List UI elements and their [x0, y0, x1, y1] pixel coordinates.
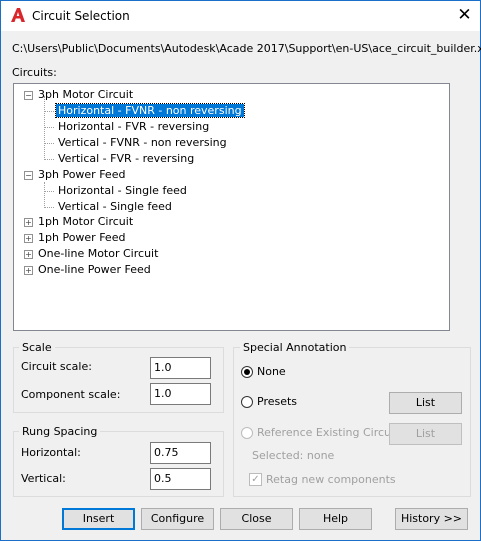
vertical-spacing-field[interactable]: 0.5: [150, 468, 211, 490]
tree-item-horizontal-fvr[interactable]: Horizontal - FVR - reversing: [58, 119, 209, 134]
help-button[interactable]: Help: [299, 508, 372, 530]
none-radio-label: None: [257, 365, 286, 378]
circuit-selection-dialog: Circuit Selection ✕ C:\Users\Public\Docu…: [0, 0, 481, 541]
tree-item-vertical-fvr[interactable]: Vertical - FVR - reversing: [58, 151, 194, 166]
tree-item-vertical-single-feed[interactable]: Vertical - Single feed: [58, 199, 172, 214]
presets-radio-label: Presets: [257, 395, 298, 408]
horizontal-spacing-label: Horizontal:: [21, 446, 81, 459]
tree-item-one-line-motor-circuit[interactable]: One-line Motor Circuit: [38, 246, 158, 261]
title-bar[interactable]: Circuit Selection ✕: [1, 1, 480, 31]
tree-expand-toggle[interactable]: +: [24, 218, 33, 227]
autocad-logo-icon: [11, 8, 25, 22]
circuit-scale-field[interactable]: 1.0: [150, 357, 211, 379]
close-button[interactable]: Close: [220, 508, 293, 530]
retag-checkbox-label: Retag new components: [266, 473, 396, 486]
circuit-scale-label: Circuit scale:: [21, 360, 92, 373]
tree-collapse-toggle[interactable]: −: [24, 171, 33, 180]
reference-circuit-label: Reference Existing Circuit: [257, 426, 399, 439]
vertical-spacing-label: Vertical:: [21, 472, 66, 485]
tree-item-vertical-fvnr[interactable]: Vertical - FVNR - non reversing: [58, 135, 227, 150]
tree-item-horizontal-single-feed[interactable]: Horizontal - Single feed: [58, 183, 187, 198]
component-scale-label: Component scale:: [21, 388, 121, 401]
spreadsheet-path: C:\Users\Public\Documents\Autodesk\Acade…: [12, 42, 481, 55]
tree-item-3ph-motor-circuit[interactable]: 3ph Motor Circuit: [38, 87, 133, 102]
tree-item-3ph-power-feed[interactable]: 3ph Power Feed: [38, 167, 125, 182]
presets-radio[interactable]: [241, 396, 253, 408]
tree-item-label: Horizontal - FVNR - non reversing: [55, 103, 245, 118]
circuits-label: Circuits:: [12, 66, 57, 79]
retag-checkbox[interactable]: ✓: [249, 473, 262, 486]
horizontal-spacing-field[interactable]: 0.75: [150, 442, 211, 464]
tree-expand-toggle[interactable]: +: [24, 250, 33, 259]
none-radio[interactable]: [241, 366, 253, 378]
tree-expand-toggle[interactable]: +: [24, 234, 33, 243]
tree-expand-toggle[interactable]: +: [24, 266, 33, 275]
close-window-icon[interactable]: ✕: [449, 1, 480, 31]
window-title: Circuit Selection: [32, 9, 130, 23]
component-scale-field[interactable]: 1.0: [150, 383, 211, 405]
presets-list-button[interactable]: List: [389, 392, 462, 414]
selected-circuit-text: Selected: none: [252, 449, 335, 462]
tree-item-one-line-power-feed[interactable]: One-line Power Feed: [38, 262, 151, 277]
insert-button[interactable]: Insert: [62, 508, 135, 530]
rung-spacing-group-title: Rung Spacing: [19, 425, 101, 438]
history-button[interactable]: History >>: [395, 508, 468, 530]
tree-item-horizontal-fvnr[interactable]: Horizontal - FVNR - non reversing: [55, 103, 245, 118]
tree-item-1ph-motor-circuit[interactable]: 1ph Motor Circuit: [38, 214, 133, 229]
tree-collapse-toggle[interactable]: −: [24, 91, 33, 100]
reference-circuit-radio[interactable]: [241, 427, 253, 439]
reference-list-button[interactable]: List: [389, 423, 462, 445]
scale-group-title: Scale: [19, 341, 55, 354]
configure-button[interactable]: Configure: [141, 508, 214, 530]
circuit-tree[interactable]: − 3ph Motor Circuit Horizontal - FVNR - …: [13, 83, 450, 331]
special-annotation-group-title: Special Annotation: [240, 341, 350, 354]
tree-item-1ph-power-feed[interactable]: 1ph Power Feed: [38, 230, 125, 245]
